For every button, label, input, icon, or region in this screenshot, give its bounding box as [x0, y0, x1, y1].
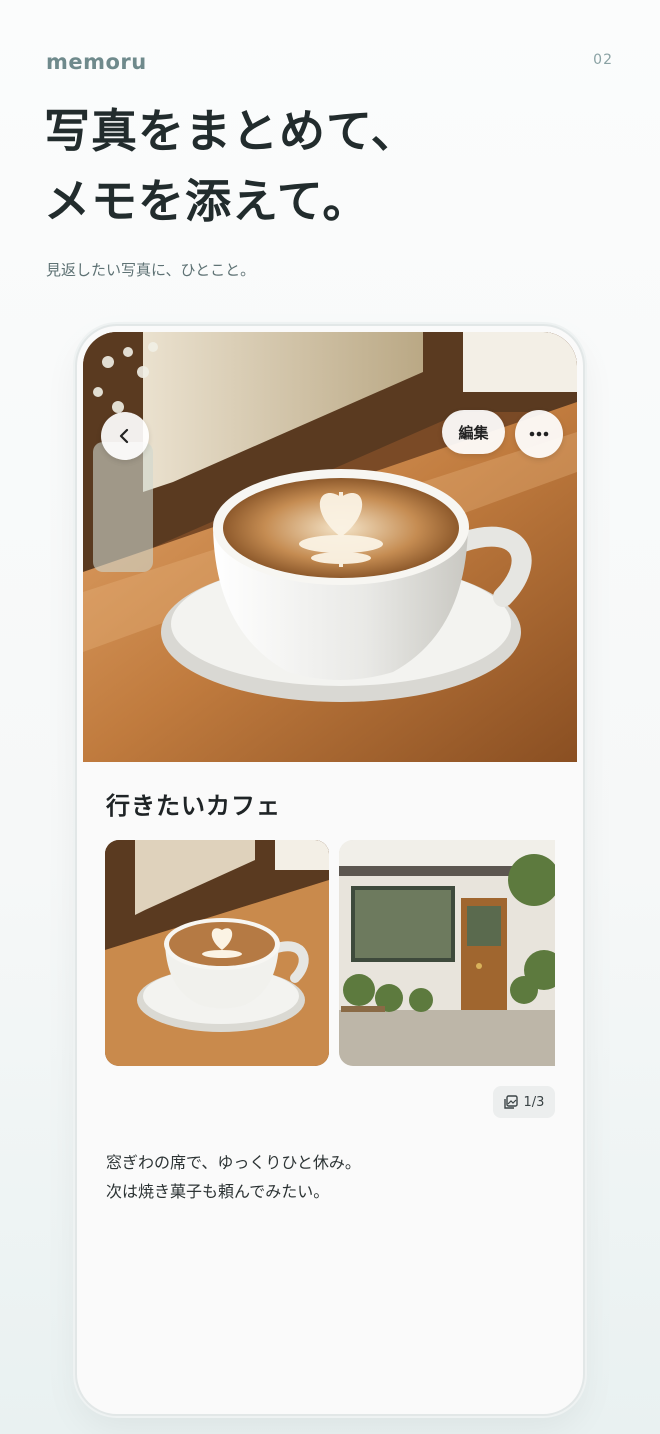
- album-title: 行きたいカフェ: [106, 792, 281, 820]
- memo-text: 窓ぎわの席で、ゆっくりひと休み。 次は焼き菓子も頼んでみたい。: [106, 1148, 361, 1206]
- subheadline: 見返したい写真に、ひとこと。: [46, 261, 256, 279]
- brand-logo: memoru: [46, 50, 147, 74]
- photo-counter-text: 1/3: [523, 1094, 545, 1110]
- latte-thumbnail-image: [105, 840, 329, 1066]
- latte-photo-image: [83, 332, 577, 762]
- memo-line-2: 次は焼き菓子も頼んでみたい。: [106, 1182, 330, 1201]
- more-horizontal-icon: [529, 431, 549, 437]
- cafe-exterior-image: [339, 840, 555, 1066]
- headline: 写真をまとめて、 メモを添えて。: [44, 96, 418, 236]
- photo-thumbnail-latte[interactable]: [105, 840, 329, 1066]
- gallery-icon: [503, 1095, 518, 1109]
- edit-button[interactable]: 編集: [442, 410, 505, 454]
- phone-mockup: 編集 行きたいカフェ 1/3 窓ぎわの席で、ゆっくりひと休み。 次は焼き菓子も頼…: [77, 326, 583, 1414]
- photo-thumbnail-cafe-exterior[interactable]: [339, 840, 555, 1066]
- headline-line-2: メモを添えて。: [44, 174, 370, 228]
- photo-counter: 1/3: [493, 1086, 555, 1118]
- memo-line-1: 窓ぎわの席で、ゆっくりひと休み。: [106, 1153, 361, 1172]
- more-options-button[interactable]: [515, 410, 563, 458]
- chevron-left-icon: [119, 428, 129, 444]
- page-number: 02: [593, 52, 613, 68]
- back-button[interactable]: [101, 412, 149, 460]
- headline-line-1: 写真をまとめて、: [44, 104, 418, 158]
- hero-photo: [83, 332, 577, 762]
